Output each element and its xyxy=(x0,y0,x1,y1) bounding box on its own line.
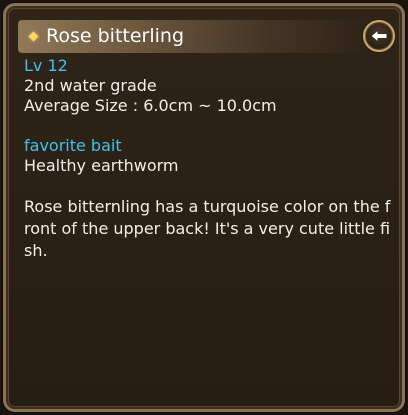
title-bar: Rose bitterling xyxy=(18,20,364,53)
back-arrow-icon xyxy=(370,29,388,43)
page-title: Rose bitterling xyxy=(46,25,185,47)
fish-level: Lv 12 xyxy=(24,56,68,75)
back-button[interactable] xyxy=(363,20,395,52)
fish-grade: 2nd water grade xyxy=(24,76,157,95)
fish-average-size: Average Size : 6.0cm ~ 10.0cm xyxy=(24,96,277,115)
favorite-bait-value: Healthy earthworm xyxy=(24,156,179,175)
fish-info-panel: Rose bitterling Lv 12 2nd water grade Av… xyxy=(3,3,405,412)
favorite-bait-label: favorite bait xyxy=(24,136,122,155)
diamond-bullet-icon xyxy=(28,31,39,42)
fish-details: Lv 12 2nd water grade Average Size : 6.0… xyxy=(24,56,394,262)
fish-description: Rose bitternling has a turquoise color o… xyxy=(24,197,391,260)
